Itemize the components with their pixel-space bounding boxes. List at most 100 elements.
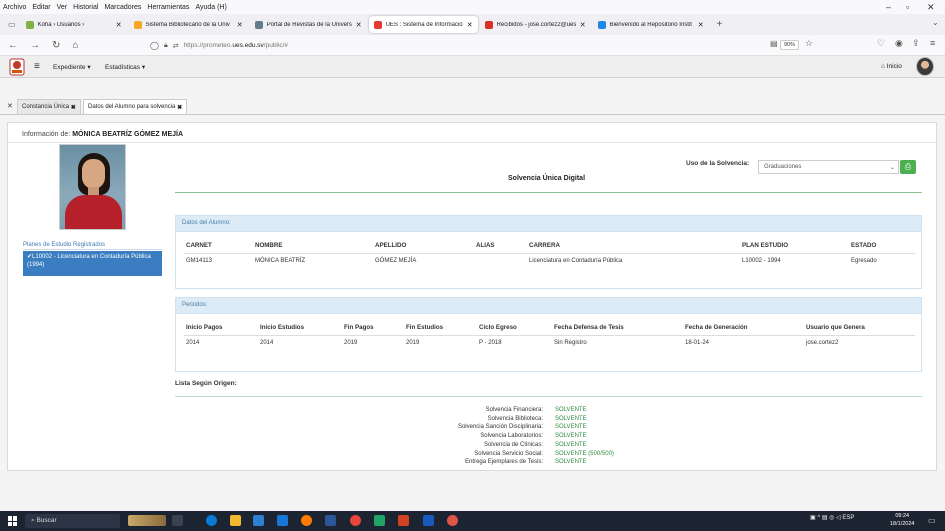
excel-icon[interactable] <box>374 515 385 526</box>
forward-icon[interactable]: → <box>30 40 40 51</box>
firefox-icon[interactable] <box>301 515 312 526</box>
powerpoint-icon[interactable] <box>398 515 409 526</box>
windows-start-icon[interactable] <box>8 516 18 526</box>
column-header: ESTADO <box>849 238 915 254</box>
tab-title: UES : Sistema de Información <box>385 21 463 28</box>
notifications-icon[interactable]: ▭ <box>928 516 936 525</box>
chrome-profile-icon[interactable] <box>447 515 458 526</box>
close-icon[interactable]: ✖ <box>177 104 182 111</box>
solvencia-status: SOLVENTE <box>555 459 587 466</box>
plan-item[interactable]: ✔L10002 - Licenciatura en Contaduría Púb… <box>23 251 162 276</box>
menu-editar[interactable]: Editar <box>29 4 53 11</box>
column-header: ALIAS <box>474 238 527 254</box>
uso-select[interactable]: Graduaciones ⌄ <box>758 160 899 174</box>
taskbar-search[interactable]: ⌕ Buscar <box>25 514 120 528</box>
menu-expediente[interactable]: Expediente ▾ <box>53 63 91 71</box>
browser-tab[interactable]: Koha › Usuarios › ✕ <box>21 16 127 33</box>
column-header: APELLIDO <box>373 238 474 254</box>
new-tab-icon[interactable]: + <box>717 19 723 30</box>
table-cell: Licenciatura en Contaduría Pública <box>529 258 623 264</box>
column-header: Fin Estudios <box>404 320 477 336</box>
column-header: Inicio Pagos <box>184 320 258 336</box>
panel-heading: Periodos: <box>176 298 921 314</box>
lista-heading: Lista Según Origen: <box>175 380 237 387</box>
mail-icon[interactable] <box>277 515 288 526</box>
table-row: GM14113 MÓNICA BEATRÍZ GÓMEZ MEJÍA Licencia… <box>184 254 915 269</box>
extensions-icon[interactable]: ⇪ <box>912 38 920 49</box>
close-icon[interactable]: ✕ <box>698 21 704 29</box>
print-button[interactable]: ⎙ <box>900 160 916 174</box>
column-header: PLAN ESTUDIO <box>740 238 849 254</box>
menu-estadisticas[interactable]: Estadísticas ▾ <box>105 63 145 71</box>
pocket-icon[interactable]: ♡ <box>877 38 885 49</box>
favicon-icon <box>484 20 493 29</box>
reload-icon[interactable]: ↻ <box>52 40 60 51</box>
menu-marcadores[interactable]: Marcadores <box>101 4 144 11</box>
back-icon[interactable]: ← <box>8 40 18 51</box>
table-cell: 2019 <box>344 340 358 346</box>
permissions-icon: ⇄ <box>172 42 179 50</box>
avatar[interactable] <box>916 57 934 76</box>
file-explorer-icon[interactable] <box>230 515 241 526</box>
url-bar[interactable]: ◯ 🔒︎ ⇄ https://prometeo. ues.edu.sv/publi… <box>150 38 810 53</box>
browser-tab[interactable]: Sistema Bibliotecario de la Univ ✕ <box>129 16 248 33</box>
close-icon[interactable]: ✕ <box>237 21 243 29</box>
zoom-indicator[interactable]: 90% <box>780 40 800 50</box>
clock[interactable]: 09:24 18/1/2024 <box>890 513 914 528</box>
browser-menubar: Archivo Editar Ver Historial Marcadores … <box>0 0 945 14</box>
browser-tab[interactable]: Recibidos - jose.cortez2@ues.e ✕ <box>480 16 591 33</box>
menu-archivo[interactable]: Archivo <box>0 4 29 11</box>
task-view-icon[interactable] <box>172 515 183 526</box>
chrome-icon[interactable] <box>350 515 361 526</box>
solvencia-label: Solvencia Financiera: <box>485 407 543 413</box>
tab-constancia-unica[interactable]: Constancia Única ✖ <box>17 99 81 114</box>
tab-datos-alumno[interactable]: Datos del Alumno para solvencia ✖ <box>83 99 188 114</box>
close-all-tabs-icon[interactable]: ✕ <box>7 102 13 110</box>
table-cell: P - 2018 <box>479 340 502 346</box>
table-cell: jose.cortez2 <box>806 340 839 346</box>
column-header: CARNET <box>184 238 253 254</box>
close-icon[interactable]: ✕ <box>116 21 122 29</box>
table-cell: 2019 <box>406 340 420 346</box>
column-header: NOMBRE <box>253 238 373 254</box>
account-icon[interactable]: ◉ <box>895 38 903 49</box>
column-header: Ciclo Egreso <box>477 320 552 336</box>
chevron-down-icon: ⌄ <box>889 165 895 171</box>
taskbar-widget[interactable] <box>128 515 166 526</box>
system-tray[interactable]: ▣ ^ ▤ ◎ ◁ ESP <box>810 514 854 521</box>
tab-list-icon[interactable]: ▭ <box>8 20 16 29</box>
solvencia-status: SOLVENTE (500/500) <box>555 450 614 457</box>
home-icon[interactable]: ⌂ <box>72 40 78 51</box>
table-cell: Sin Registro <box>554 340 587 346</box>
table-cell: 2014 <box>260 340 274 346</box>
inicio-link[interactable]: ⌂ Inicio <box>881 63 902 70</box>
close-icon[interactable]: ✖ <box>71 104 76 111</box>
browser-tab[interactable]: Portal de Revistas de la Univers ✕ <box>250 16 367 33</box>
reader-icon[interactable]: ▤ <box>770 39 778 48</box>
word-doc-icon[interactable] <box>325 515 336 526</box>
tab-overflow-icon[interactable]: ⌄ <box>932 18 939 27</box>
hamburger-menu-icon[interactable]: ≡ <box>930 38 935 48</box>
close-icon[interactable]: ✕ <box>580 21 586 29</box>
store-icon[interactable] <box>253 515 264 526</box>
menu-historial[interactable]: Historial <box>70 4 101 11</box>
minimize-icon[interactable]: – <box>886 2 891 12</box>
window-close-icon[interactable]: ✕ <box>927 2 935 13</box>
browser-tab[interactable]: Bienvenido al Repositorio Instit ✕ <box>593 16 709 33</box>
maximize-icon[interactable]: ▫ <box>906 2 909 12</box>
browser-tab[interactable]: UES : Sistema de Información ✕ <box>368 16 478 33</box>
close-icon[interactable]: ✕ <box>356 21 362 29</box>
app-menu-icon[interactable]: ≡ <box>34 61 40 72</box>
solvencia-status: SOLVENTE <box>555 415 587 422</box>
menu-herramientas[interactable]: Herramientas <box>144 4 192 11</box>
edge-icon[interactable] <box>206 515 217 526</box>
table-cell: Egresado <box>851 258 877 264</box>
bookmark-star-icon[interactable]: ☆ <box>805 38 813 49</box>
table-cell: MÓNICA BEATRÍZ <box>255 258 306 264</box>
menu-ayuda[interactable]: Ayuda (H) <box>192 4 229 11</box>
close-icon[interactable]: ✕ <box>467 21 473 29</box>
url-prefix: https://prometeo. <box>183 42 233 49</box>
menu-ver[interactable]: Ver <box>54 4 71 11</box>
taskbar: ⌕ Buscar ▣ ^ ▤ ◎ ◁ ESP 09:24 18/1/2024 ▭ <box>0 511 945 531</box>
word-icon[interactable] <box>423 515 434 526</box>
